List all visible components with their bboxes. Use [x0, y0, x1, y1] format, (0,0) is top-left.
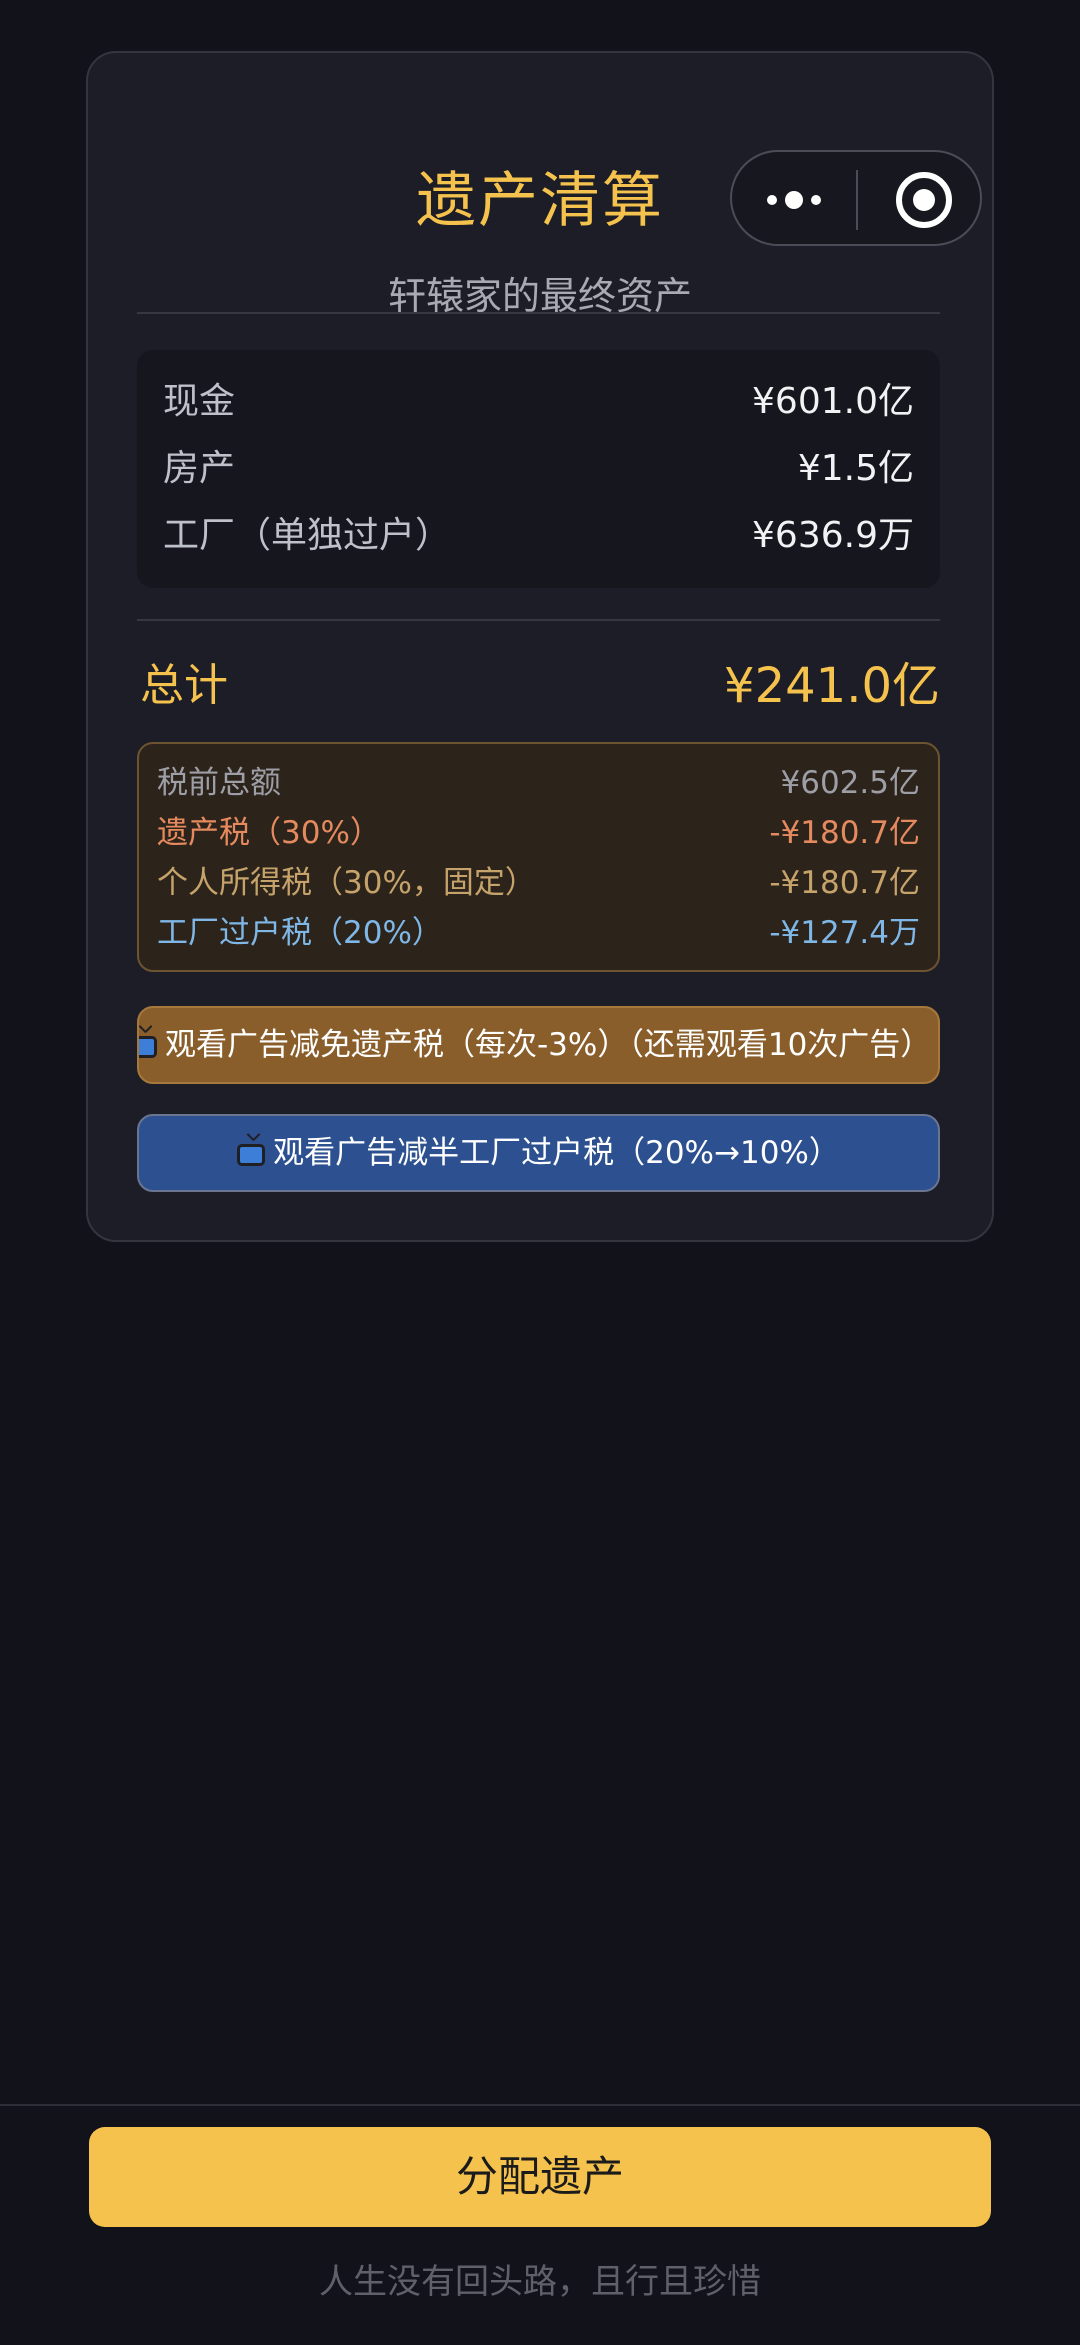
- tax-row-pretax: 税前总额 ¥602.5亿: [157, 758, 920, 808]
- tax-row-factory-transfer: 工厂过户税（20%） -¥127.4万: [157, 908, 920, 958]
- tax-label: 工厂过户税（20%）: [157, 915, 443, 951]
- distribute-estate-button[interactable]: 分配遗产: [89, 2127, 991, 2227]
- tax-breakdown: 税前总额 ¥602.5亿 遗产税（30%） -¥180.7亿 个人所得税（30%…: [137, 742, 940, 972]
- total-label: 总计: [140, 660, 228, 711]
- tax-label: 遗产税（30%）: [157, 815, 381, 851]
- asset-row-cash: 现金 ¥601.0亿: [163, 369, 914, 435]
- tax-value: -¥180.7亿: [769, 815, 920, 851]
- asset-label: 房产: [163, 448, 236, 489]
- bottom-divider: [0, 2104, 1080, 2106]
- footer-note: 人生没有回头路，且行且珍惜: [319, 2262, 761, 2302]
- asset-value: ¥636.9万: [752, 515, 914, 556]
- total-row: 总计 ¥241.0亿: [140, 652, 940, 720]
- page-subtitle: 轩辕家的最终资产: [387, 274, 692, 318]
- asset-value: ¥601.0亿: [752, 381, 914, 422]
- asset-row-factory: 工厂（单独过户） ¥636.9万: [163, 503, 914, 569]
- tax-label: 税前总额: [157, 765, 281, 801]
- asset-value: ¥1.5亿: [797, 448, 914, 489]
- capsule-separator: [856, 170, 858, 230]
- close-circle-icon[interactable]: [896, 172, 952, 228]
- tax-row-income: 个人所得税（30%，固定） -¥180.7亿: [157, 858, 920, 908]
- tax-label: 个人所得税（30%，固定）: [157, 865, 536, 901]
- asset-row-property: 房产 ¥1.5亿: [163, 436, 914, 502]
- ad-button-label: 观看广告减免遗产税（每次-3%）（还需观看10次广告）: [165, 1027, 932, 1063]
- ad-button-label: 观看广告减半工厂过户税（20%→10%）: [273, 1135, 840, 1171]
- watch-ad-reduce-inheritance-tax-button[interactable]: 观看广告减免遗产税（每次-3%）（还需观看10次广告）: [137, 1006, 940, 1084]
- asset-label: 现金: [163, 381, 236, 422]
- divider-mid: [137, 619, 940, 621]
- watch-ad-halve-factory-tax-button[interactable]: 观看广告减半工厂过户税（20%→10%）: [137, 1114, 940, 1192]
- more-dots-icon[interactable]: [732, 152, 856, 248]
- tax-value: ¥602.5亿: [780, 765, 920, 801]
- asset-label: 工厂（单独过户）: [163, 515, 452, 556]
- tv-icon: [237, 1144, 266, 1166]
- tv-icon: [139, 1036, 157, 1058]
- tax-value: -¥180.7亿: [769, 865, 920, 901]
- tax-value: -¥127.4万: [769, 915, 920, 951]
- tax-row-inheritance: 遗产税（30%） -¥180.7亿: [157, 808, 920, 858]
- total-value: ¥241.0亿: [724, 658, 940, 714]
- divider-top: [137, 312, 940, 314]
- mini-program-capsule: [730, 150, 982, 246]
- asset-list: 现金 ¥601.0亿 房产 ¥1.5亿 工厂（单独过户） ¥636.9万: [137, 350, 940, 588]
